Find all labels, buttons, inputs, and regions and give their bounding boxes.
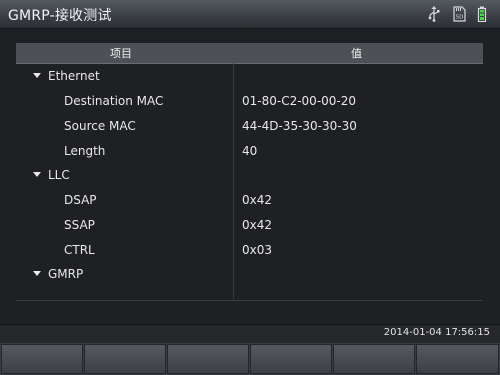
tree-group-gmrp[interactable]: GMRP [16, 262, 483, 287]
table-row[interactable]: Source MAC 44-4D-35-30-30-30 [16, 114, 483, 139]
table-bottom-divider [16, 300, 483, 301]
header-item: 项目 [110, 47, 132, 60]
row-label: DSAP [64, 193, 97, 207]
row-label: SSAP [64, 218, 95, 232]
softkey-5[interactable] [333, 344, 415, 374]
packet-tree-table: 项目 值 Ethernet Destination MAC 01-80-C2-0… [16, 43, 483, 301]
row-label: GMRP [48, 267, 84, 281]
table-header: 项目 值 [16, 43, 483, 64]
header-value: 值 [351, 47, 362, 60]
row-value: 01-80-C2-00-00-20 [242, 94, 357, 108]
softkey-6[interactable] [416, 344, 499, 374]
sd-card-icon: SD [451, 6, 467, 22]
row-label: Length [64, 144, 106, 158]
row-value: 40 [242, 144, 258, 158]
expand-triangle-icon[interactable] [33, 172, 41, 177]
softkey-3[interactable] [167, 344, 249, 374]
battery-icon [474, 6, 490, 23]
row-label: Source MAC [64, 119, 136, 133]
row-value: 0x42 [242, 218, 273, 232]
softkey-2[interactable] [84, 344, 166, 374]
tree-group-llc[interactable]: LLC [16, 163, 483, 188]
sd-card-label: SD [456, 15, 464, 21]
row-value: 0x03 [242, 243, 273, 257]
table-row[interactable]: Destination MAC 01-80-C2-00-00-20 [16, 89, 483, 114]
table-row[interactable]: Length 40 [16, 139, 483, 164]
softkey-1[interactable] [1, 344, 83, 374]
expand-triangle-icon[interactable] [33, 271, 41, 276]
status-bar: 2014-01-04 17:56:15 [0, 324, 500, 344]
table-row[interactable]: SSAP 0x42 [16, 213, 483, 238]
tree-group-ethernet[interactable]: Ethernet [16, 64, 483, 89]
table-row[interactable]: DSAP 0x42 [16, 188, 483, 213]
row-value: 0x42 [242, 193, 273, 207]
row-label: Ethernet [48, 69, 100, 83]
row-label: CTRL [64, 243, 95, 257]
window-title: GMRP-接收测试 [8, 8, 112, 24]
timestamp: 2014-01-04 17:56:15 [383, 327, 490, 338]
table-row[interactable]: CTRL 0x03 [16, 238, 483, 263]
main-panel: 项目 值 Ethernet Destination MAC 01-80-C2-0… [0, 29, 500, 324]
row-label: LLC [48, 168, 70, 182]
usb-icon [426, 6, 442, 22]
softkey-4[interactable] [250, 344, 332, 374]
row-value: 44-4D-35-30-30-30 [242, 119, 357, 133]
row-label: Destination MAC [64, 94, 164, 108]
expand-triangle-icon[interactable] [33, 73, 41, 78]
softkey-bar [0, 343, 500, 375]
title-bar: GMRP-接收测试 SD [0, 0, 500, 29]
